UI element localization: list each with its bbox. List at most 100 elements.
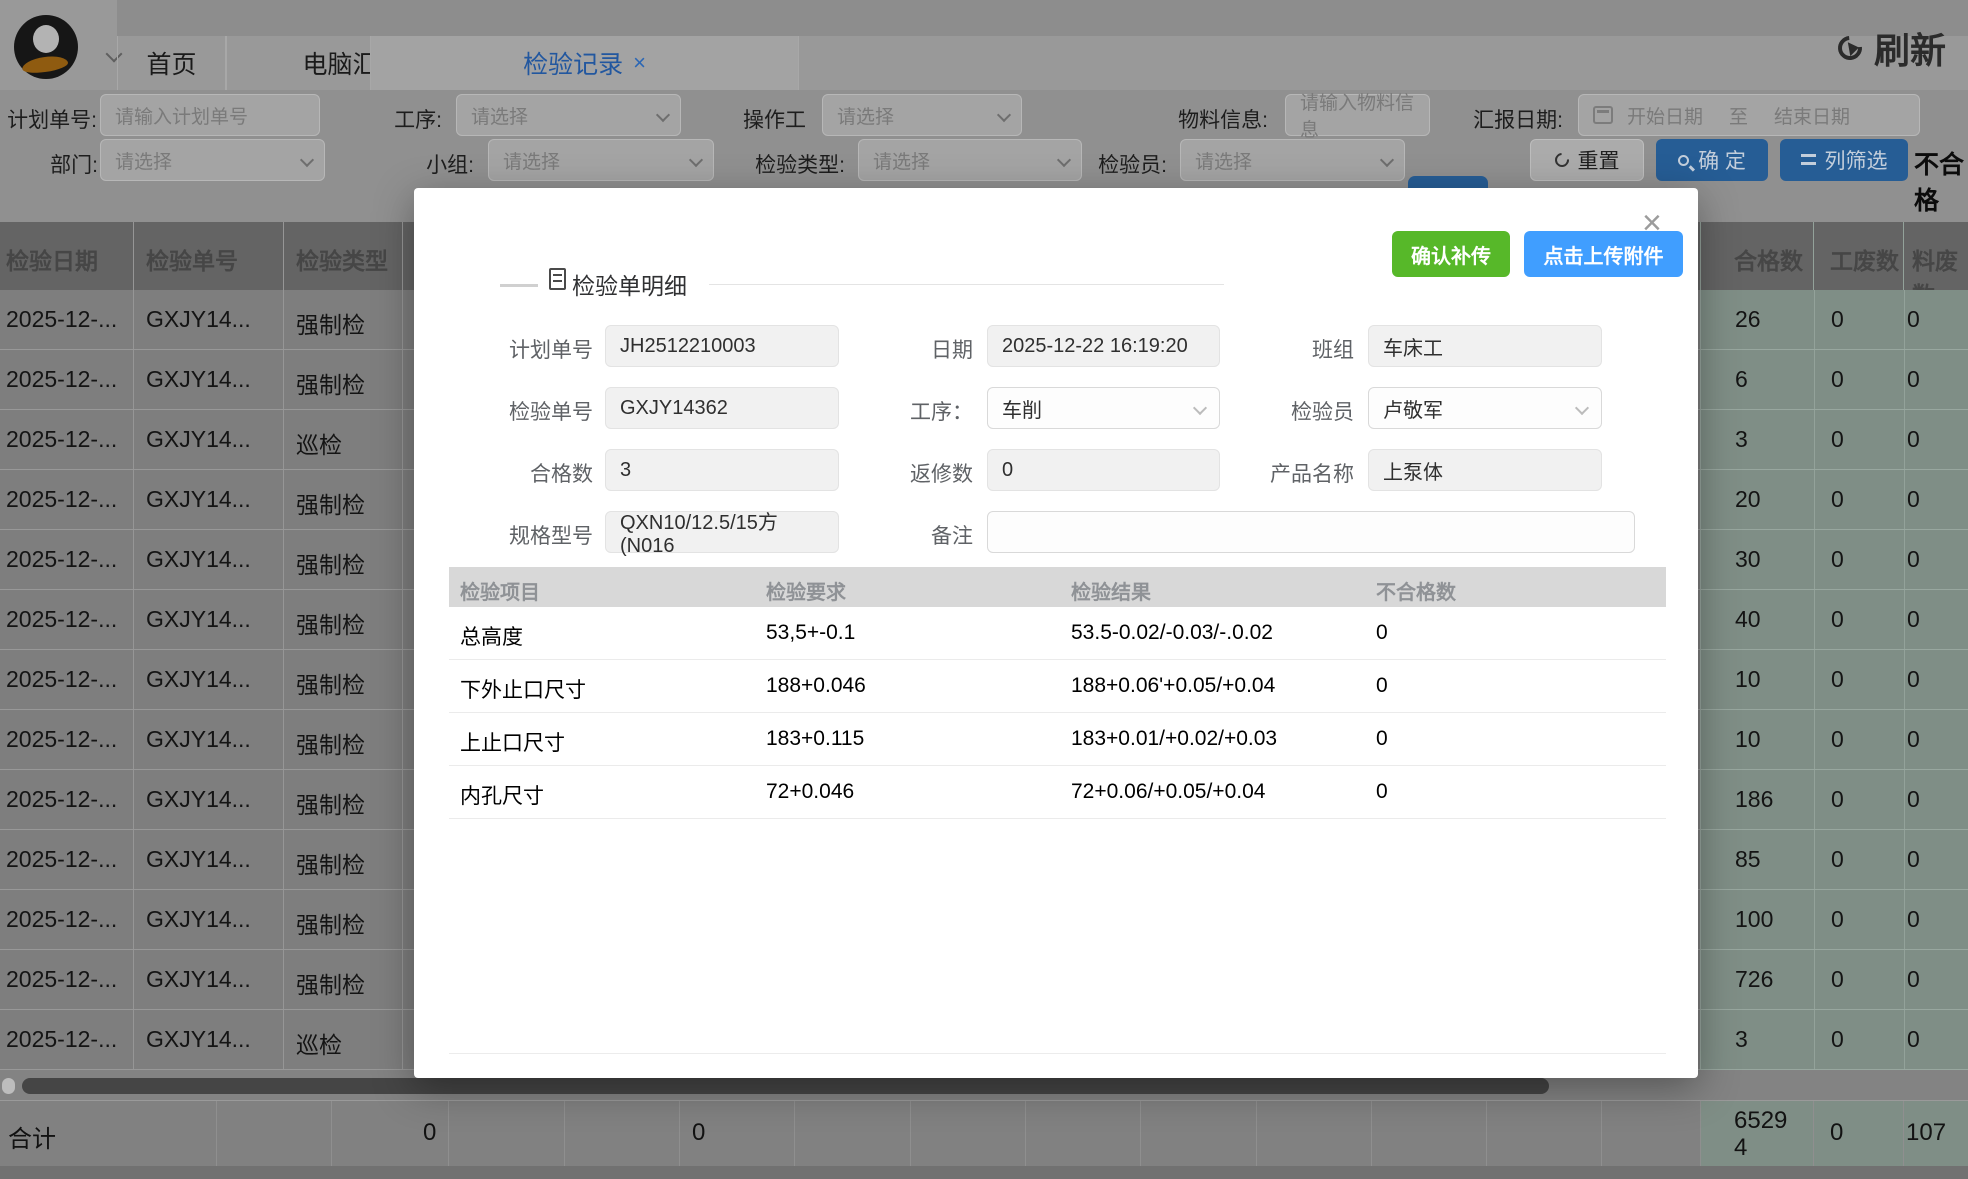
column-divider [1814,350,1815,409]
refresh-button[interactable]: 刷新 [1838,22,1946,74]
row-right-section: 1000 [1700,650,1968,710]
field-label: 检验员 [1134,396,1354,426]
cell-work-scrap: 0 [1831,906,1844,933]
field-label: 产品名称 [1134,458,1354,488]
field-label: 日期 [753,334,973,364]
cell-material-scrap: 0 [1907,846,1920,873]
button-label: 列筛选 [1825,145,1888,175]
column-header: 检验类型 [296,242,388,276]
avatar-logo-hole [33,25,59,53]
confirm-supplement-button[interactable]: 确认补传 [1392,231,1510,277]
filter-label: 工序: [272,104,442,134]
footer-work-scrap-total: 0 [1830,1119,1843,1147]
column-divider [133,710,134,769]
cell-requirement: 53,5+-0.1 [766,621,855,645]
user-avatar[interactable] [14,15,78,79]
footer-divider [1025,1101,1026,1166]
footer-divider [331,1101,332,1166]
column-divider [1904,290,1905,349]
重置-button[interactable]: 重置 [1530,139,1644,181]
cell-result: 72+0.06/+0.05/+0.04 [1071,780,1265,804]
filter-label: 部门: [0,149,98,179]
column-divider [283,530,284,589]
column-divider [1904,470,1905,529]
cell-qualified: 26 [1735,306,1761,333]
cell-date: 2025-12-... [6,906,117,933]
column-divider [283,650,284,709]
cell-work-scrap: 0 [1831,666,1844,693]
cell-type: 巡检 [296,1026,342,1060]
cell-unqualified: 0 [1376,780,1388,804]
column-divider [402,830,403,889]
calendar-icon [1593,106,1613,124]
bottom-strip [0,1166,1968,1179]
placeholder-text: 请输入计划单号 [115,102,248,129]
field-value: 0 [1002,459,1013,482]
column-divider [1904,410,1905,469]
field-select[interactable]: 卢敬军 [1368,387,1602,429]
tab-检验记录[interactable]: 检验记录 × [370,36,799,90]
column-divider [402,770,403,829]
column-divider [283,410,284,469]
cell-requirement: 183+0.115 [766,727,864,751]
filter-select-部门[interactable]: 请选择 [100,139,325,181]
确 定-button[interactable]: 确 定 [1656,139,1768,181]
filter-daterange[interactable]: 开始日期至结束日期 [1578,94,1920,136]
column-divider [1814,1010,1815,1069]
column-divider [1904,890,1905,949]
inspection-items-table: 检验项目检验要求检验结果不合格数总高度53,5+-0.153.5-0.02/-0… [449,567,1666,819]
column-divider [1814,830,1815,889]
footer-divider [1903,1101,1904,1166]
cell-type: 强制检 [296,666,365,700]
columns-icon [1801,154,1816,167]
row-right-section: 18600 [1700,770,1968,830]
column-header: 合格数 [1734,242,1803,276]
column-divider [133,350,134,409]
column-header: 工废数 [1830,242,1899,276]
row-right-section: 2600 [1700,290,1968,350]
cell-order: GXJY14... [146,1026,251,1053]
cell-material-scrap: 0 [1907,486,1920,513]
field-value: 上泵体 [1383,456,1443,485]
cell-work-scrap: 0 [1831,426,1844,453]
tab-首页[interactable]: 首页 [117,36,226,90]
cell-date: 2025-12-... [6,546,117,573]
field-input[interactable] [987,511,1635,553]
row-right-section: 600 [1700,350,1968,410]
field-value: GXJY14362 [620,397,728,420]
column-divider [133,410,134,469]
cell-work-scrap: 0 [1831,786,1844,813]
列筛选-button[interactable]: 列筛选 [1780,139,1908,181]
cell-order: GXJY14... [146,786,251,813]
column-divider [133,770,134,829]
column-divider [1904,350,1905,409]
top-strip [117,0,1968,36]
cell-order: GXJY14... [146,306,251,333]
cell-result: 188+0.06'+0.05/+0.04 [1071,674,1275,698]
footer-divider [910,1101,911,1166]
placeholder-text: 请选择 [471,102,528,129]
cell-date: 2025-12-... [6,786,117,813]
upload-attachment-button[interactable]: 点击上传附件 [1524,231,1683,277]
filter-label: 检验员: [997,149,1167,179]
cell-order: GXJY14... [146,606,251,633]
tab-close-icon[interactable]: × [633,50,646,76]
column-divider [1904,590,1905,649]
cell-order: GXJY14... [146,546,251,573]
refresh-label: 刷新 [1874,22,1946,74]
app-screen: 首页电脑汇报检验记录× 刷新 计划单号:请输入计划单号工序:请选择操作工请选择物… [0,0,1968,1179]
column-divider [402,710,403,769]
cell-work-scrap: 0 [1831,546,1844,573]
hscrollbar-thumb[interactable] [22,1078,1549,1094]
modal-bottom-divider [449,1053,1666,1054]
filter-select-检验员[interactable]: 请选择 [1180,139,1405,181]
button-label: 重置 [1578,145,1620,175]
cell-type: 强制检 [296,306,365,340]
column-divider [1814,590,1815,649]
filter-select-操作工[interactable]: 请选择 [822,94,1022,136]
placeholder-text: 请选择 [503,147,560,174]
tab-label: 检验记录 [523,45,623,81]
cell-work-scrap: 0 [1831,726,1844,753]
column-divider [1814,530,1815,589]
footer-divider [1813,1101,1814,1166]
